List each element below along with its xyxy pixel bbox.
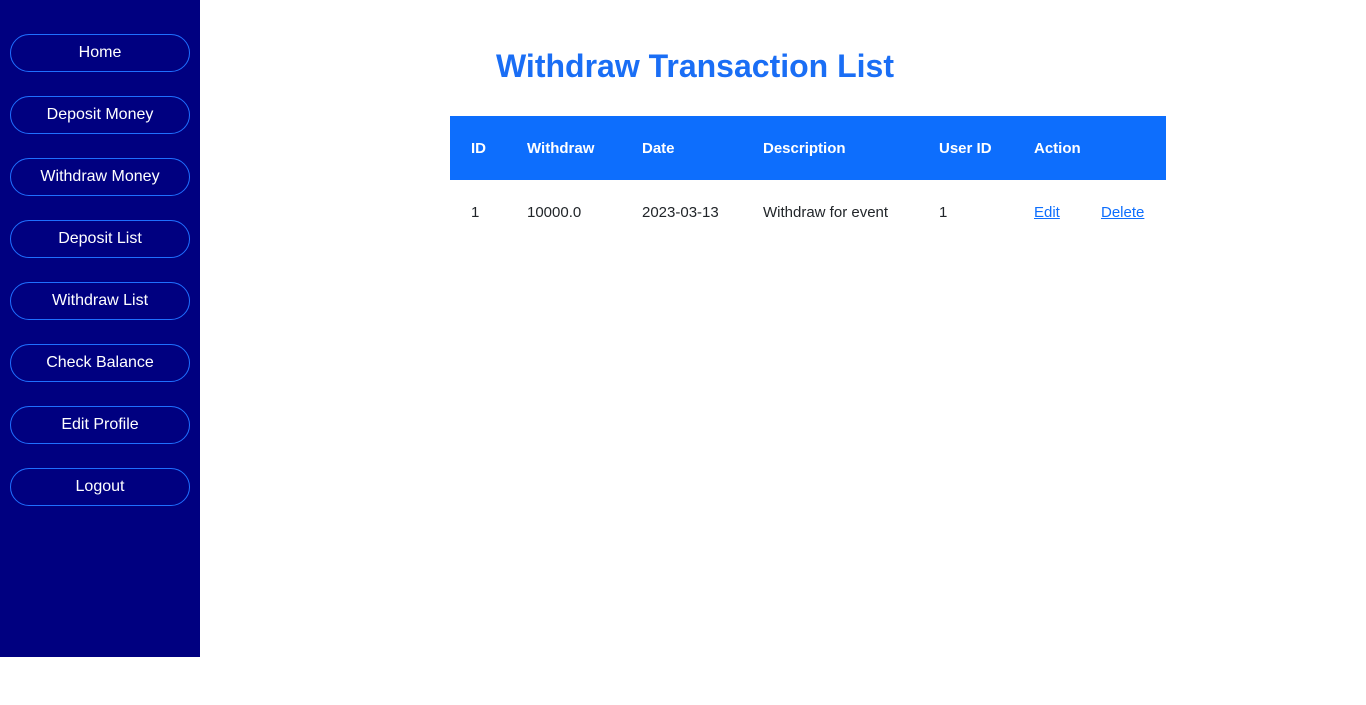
column-header-user-id: User ID — [939, 139, 992, 157]
cell-id: 1 — [471, 204, 480, 221]
column-header-description: Description — [763, 139, 846, 157]
nav-withdraw-list-button[interactable]: Withdraw List — [10, 282, 190, 320]
nav-home-button[interactable]: Home — [10, 34, 190, 72]
cell-description: Withdraw for event — [763, 204, 889, 221]
table-header-row: ID Withdraw Date Description User ID Act… — [450, 116, 1166, 180]
nav-logout-button[interactable]: Logout — [10, 468, 190, 506]
withdraw-transactions-table: ID Withdraw Date Description User ID Act… — [450, 116, 1166, 245]
nav-deposit-list-button[interactable]: Deposit List — [10, 220, 190, 258]
page-title: Withdraw Transaction List — [496, 48, 894, 84]
sidebar: Home Deposit Money Withdraw Money Deposi… — [0, 0, 200, 657]
column-header-id: ID — [471, 139, 486, 157]
column-header-date: Date — [642, 139, 675, 157]
nav-withdraw-money-button[interactable]: Withdraw Money — [10, 158, 190, 196]
nav-deposit-money-button[interactable]: Deposit Money — [10, 96, 190, 134]
cell-date: 2023-03-13 — [642, 204, 719, 221]
cell-delete: Delete — [1101, 180, 1166, 245]
edit-link[interactable]: Edit — [1034, 204, 1060, 221]
nav-check-balance-button[interactable]: Check Balance — [10, 344, 190, 382]
cell-withdraw: 10000.0 — [527, 204, 582, 221]
delete-link[interactable]: Delete — [1101, 204, 1144, 221]
column-header-withdraw: Withdraw — [527, 139, 595, 157]
table-row: 1 10000.0 2023-03-13 Withdraw for event … — [450, 180, 1166, 245]
table-body: 1 10000.0 2023-03-13 Withdraw for event … — [450, 180, 1166, 245]
cell-edit: Edit — [1034, 180, 1101, 245]
column-header-action: Action — [1034, 139, 1081, 157]
cell-user-id: 1 — [939, 204, 948, 221]
nav-edit-profile-button[interactable]: Edit Profile — [10, 406, 190, 444]
table-header: ID Withdraw Date Description User ID Act… — [450, 116, 1166, 180]
